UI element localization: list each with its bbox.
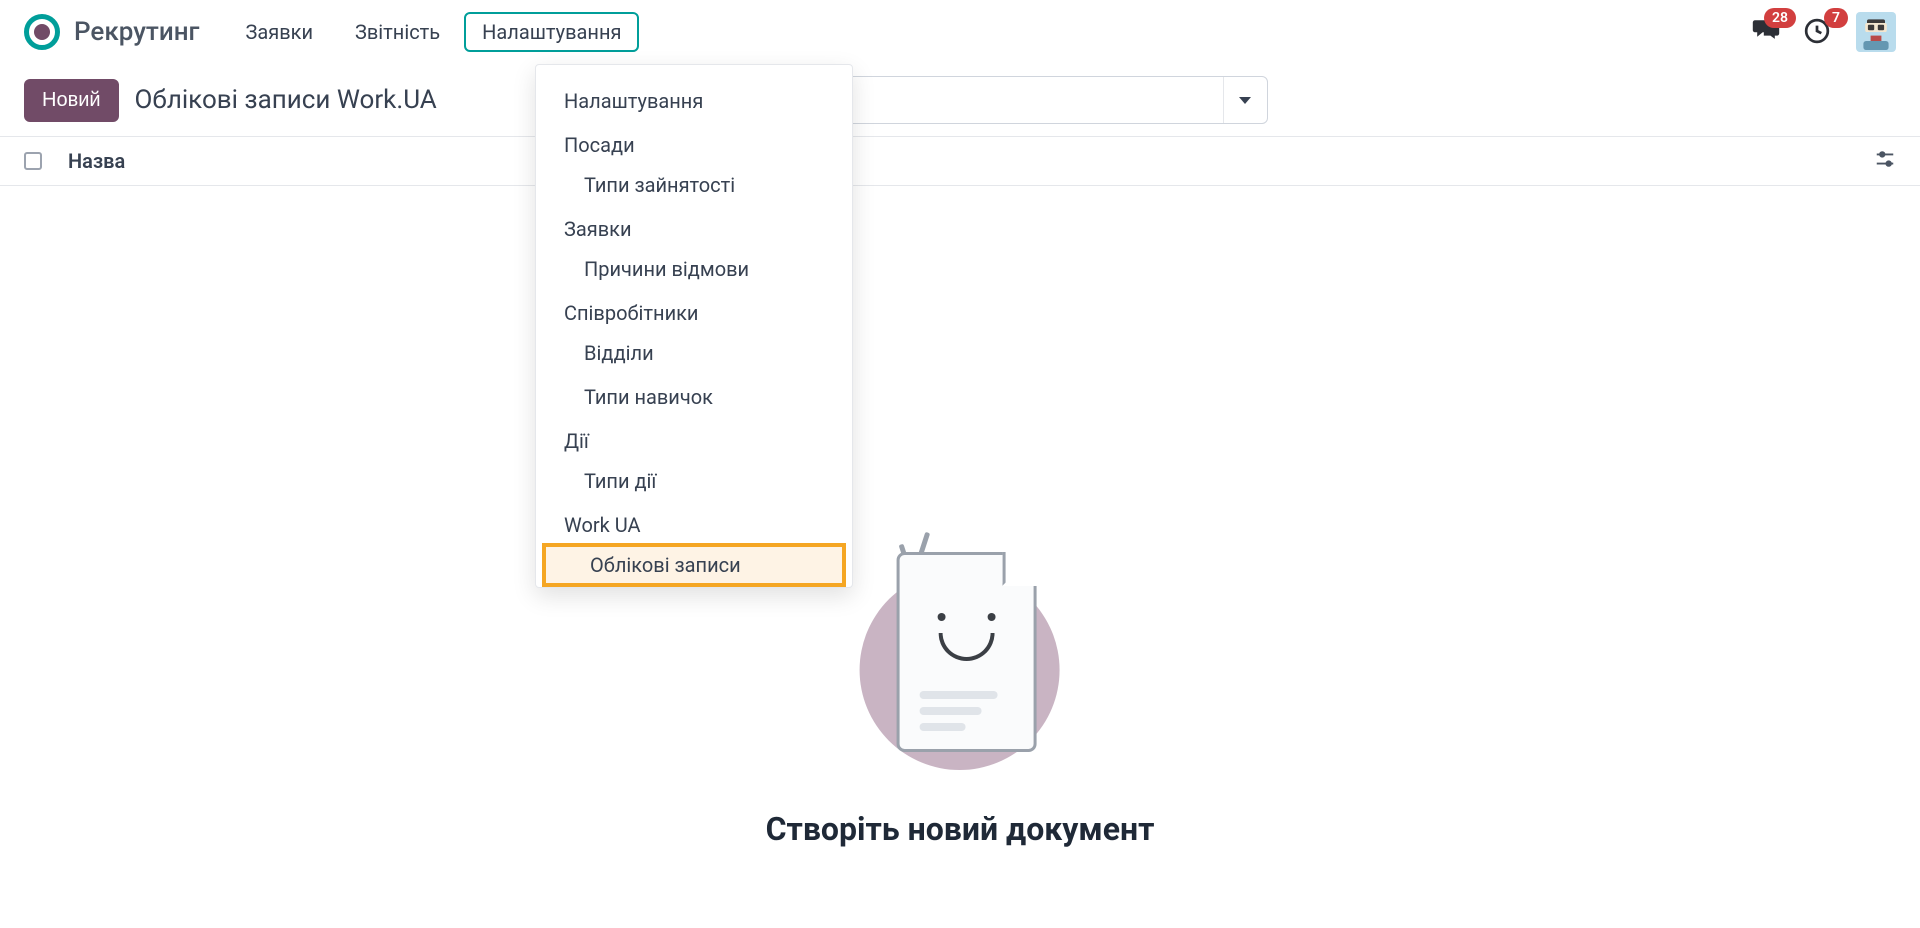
user-avatar[interactable] <box>1856 12 1896 52</box>
app-logo[interactable] <box>24 14 60 50</box>
empty-state-illustration <box>840 540 1080 770</box>
select-all-checkbox[interactable] <box>24 152 42 170</box>
new-button[interactable]: Новий <box>24 79 119 122</box>
dropdown-section-positions: Посади <box>536 123 852 163</box>
dropdown-item-departments[interactable]: Відділи <box>536 331 852 375</box>
control-panel: Новий Облікові записи Work.UA <box>0 64 1920 136</box>
activities-count-badge: 7 <box>1824 8 1848 28</box>
dropdown-item-settings[interactable]: Налаштування <box>536 79 852 123</box>
dropdown-item-accounts[interactable]: Облікові записи <box>542 543 846 587</box>
nav-item-settings[interactable]: Налаштування <box>464 12 639 52</box>
dropdown-section-employees: Співробітники <box>536 291 852 331</box>
avatar-icon <box>1858 14 1894 50</box>
sliders-icon <box>1874 148 1896 170</box>
navbar-right: 28 7 <box>1752 12 1896 52</box>
navbar: Рекрутинг Заявки Звітність Налаштування … <box>0 0 1920 64</box>
dropdown-item-refuse-reasons[interactable]: Причини відмови <box>536 247 852 291</box>
app-name[interactable]: Рекрутинг <box>74 17 199 47</box>
activities-button[interactable]: 7 <box>1804 18 1836 46</box>
dropdown-item-action-types[interactable]: Типи дії <box>536 459 852 503</box>
empty-state-title: Створіть новий документ <box>766 810 1155 848</box>
search-options-toggle[interactable] <box>1223 77 1267 123</box>
messages-count-badge: 28 <box>1764 8 1796 28</box>
dropdown-section-actions: Дії <box>536 419 852 459</box>
dropdown-item-skill-types[interactable]: Типи навичок <box>536 375 852 419</box>
dropdown-section-requests: Заявки <box>536 207 852 247</box>
columns-settings-button[interactable] <box>1874 148 1896 174</box>
table-header: Назва <box>0 136 1920 186</box>
nav-item-requests[interactable]: Заявки <box>227 12 331 52</box>
nav-item-reports[interactable]: Звітність <box>337 12 458 52</box>
column-name[interactable]: Назва <box>68 149 125 173</box>
settings-dropdown: Налаштування Посади Типи зайнятості Заяв… <box>535 64 853 588</box>
dropdown-item-employment-types[interactable]: Типи зайнятості <box>536 163 852 207</box>
breadcrumb[interactable]: Облікові записи Work.UA <box>135 85 437 115</box>
chevron-down-icon <box>1239 97 1251 104</box>
messages-button[interactable]: 28 <box>1752 18 1784 46</box>
dropdown-section-workua: Work UA <box>536 503 852 543</box>
